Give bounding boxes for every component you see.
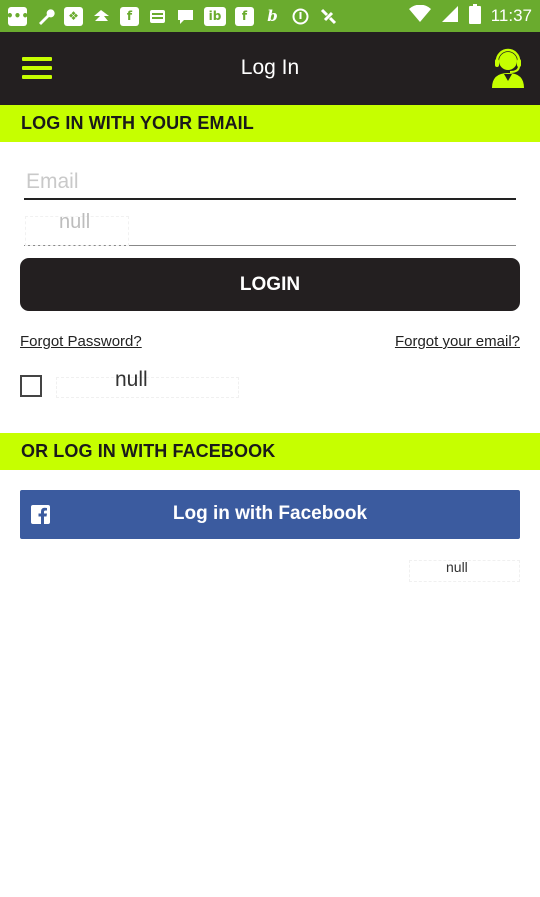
email-field-container	[24, 165, 516, 200]
email-input[interactable]	[24, 167, 516, 197]
status-bar: ••• ❖ f ib f b 11:37	[0, 0, 540, 32]
password-field[interactable]: null	[24, 208, 516, 246]
footer-text: null	[446, 559, 468, 575]
facebook-login-header: OR LOG IN WITH FACEBOOK	[0, 433, 540, 470]
forgot-email-link[interactable]: Forgot your email?	[395, 333, 520, 350]
flipboard-icon: f	[120, 6, 139, 26]
flipboard-icon: f	[235, 6, 254, 26]
bbm-icon: ❖	[64, 6, 83, 26]
satellite-icon	[319, 7, 338, 26]
wrench-icon	[36, 7, 55, 26]
facebook-button-label: Log in with Facebook	[172, 503, 368, 524]
top-app-bar: Log In	[0, 32, 540, 105]
clock: 11:37	[490, 6, 532, 25]
forgot-password-link[interactable]: Forgot Password?	[20, 333, 142, 350]
circle-icon	[291, 7, 310, 26]
customer-support-icon[interactable]	[490, 48, 526, 88]
chat-icon: •••	[6, 6, 29, 26]
password-hint: null	[59, 211, 91, 233]
email-login-header: LOG IN WITH YOUR EMAIL	[0, 105, 540, 142]
facebook-login-button[interactable]: Log in with Facebook	[20, 490, 520, 539]
remember-me-checkbox[interactable]	[20, 375, 42, 397]
checkbox-label: null	[115, 368, 148, 391]
stack-icon	[148, 7, 167, 26]
chat-bubble-icon	[176, 7, 195, 26]
notification-icons: ••• ❖ f ib f b	[6, 6, 338, 26]
login-button[interactable]: LOGIN	[20, 258, 520, 311]
zillow-icon	[92, 7, 111, 26]
battery-icon	[468, 3, 481, 29]
ibotta-icon: ib	[204, 6, 226, 26]
wifi-icon	[408, 4, 431, 28]
b-icon: b	[267, 7, 278, 25]
signal-icon	[441, 5, 459, 28]
page-title: Log In	[240, 56, 300, 79]
